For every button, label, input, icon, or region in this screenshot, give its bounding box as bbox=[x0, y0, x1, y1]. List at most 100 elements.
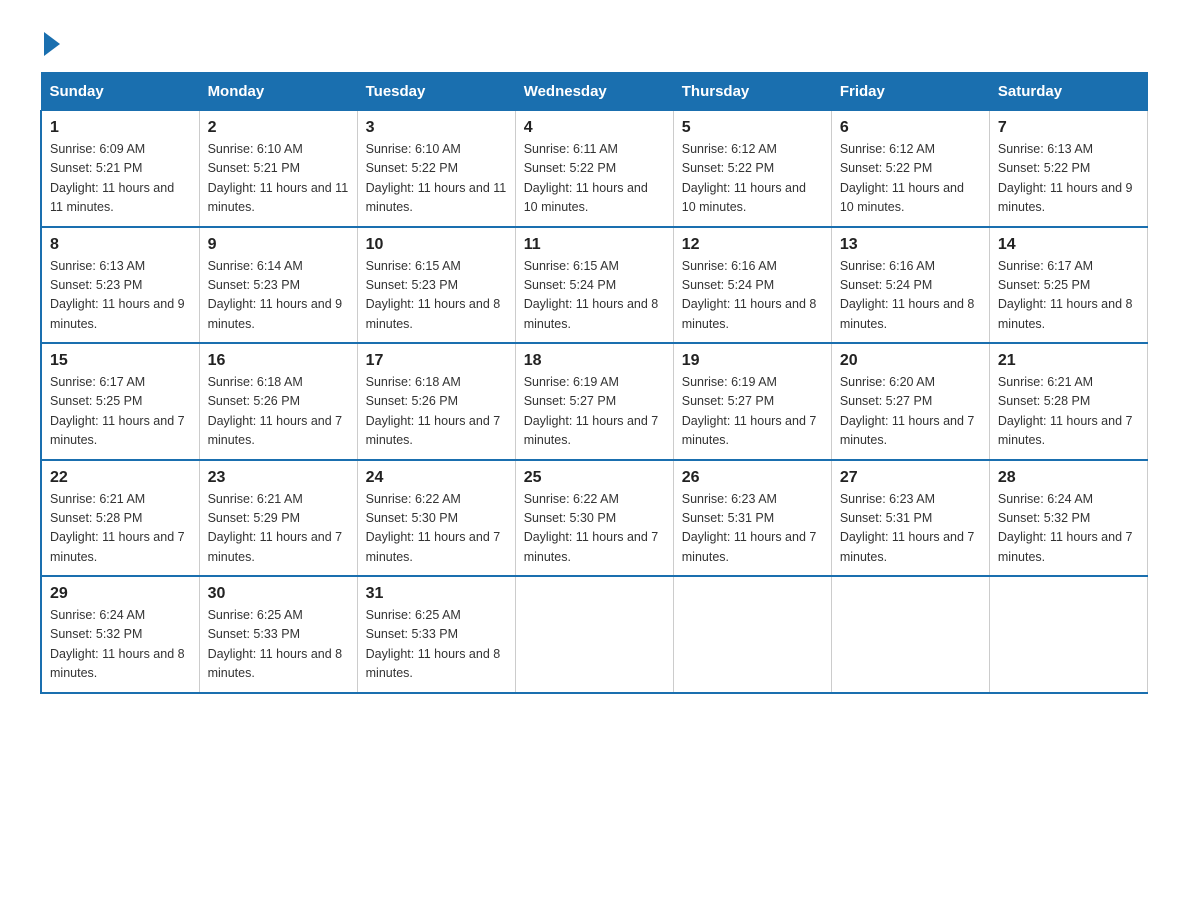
day-number: 5 bbox=[682, 119, 823, 137]
day-number: 25 bbox=[524, 469, 665, 487]
day-number: 3 bbox=[366, 119, 507, 137]
day-info: Sunrise: 6:17 AMSunset: 5:25 PMDaylight:… bbox=[50, 375, 185, 447]
day-number: 19 bbox=[682, 352, 823, 370]
calendar-cell: 12 Sunrise: 6:16 AMSunset: 5:24 PMDaylig… bbox=[673, 227, 831, 344]
calendar-cell: 20 Sunrise: 6:20 AMSunset: 5:27 PMDaylig… bbox=[831, 343, 989, 460]
day-number: 16 bbox=[208, 352, 349, 370]
calendar-cell bbox=[673, 576, 831, 693]
day-number: 28 bbox=[998, 469, 1139, 487]
day-number: 15 bbox=[50, 352, 191, 370]
day-info: Sunrise: 6:13 AMSunset: 5:23 PMDaylight:… bbox=[50, 259, 185, 331]
calendar-cell: 24 Sunrise: 6:22 AMSunset: 5:30 PMDaylig… bbox=[357, 460, 515, 577]
day-number: 26 bbox=[682, 469, 823, 487]
calendar-cell: 15 Sunrise: 6:17 AMSunset: 5:25 PMDaylig… bbox=[41, 343, 199, 460]
day-info: Sunrise: 6:24 AMSunset: 5:32 PMDaylight:… bbox=[50, 608, 185, 680]
calendar-cell: 9 Sunrise: 6:14 AMSunset: 5:23 PMDayligh… bbox=[199, 227, 357, 344]
calendar-cell: 18 Sunrise: 6:19 AMSunset: 5:27 PMDaylig… bbox=[515, 343, 673, 460]
calendar-cell: 8 Sunrise: 6:13 AMSunset: 5:23 PMDayligh… bbox=[41, 227, 199, 344]
calendar-cell: 31 Sunrise: 6:25 AMSunset: 5:33 PMDaylig… bbox=[357, 576, 515, 693]
day-info: Sunrise: 6:11 AMSunset: 5:22 PMDaylight:… bbox=[524, 142, 648, 214]
day-info: Sunrise: 6:13 AMSunset: 5:22 PMDaylight:… bbox=[998, 142, 1133, 214]
calendar-cell bbox=[831, 576, 989, 693]
day-number: 24 bbox=[366, 469, 507, 487]
column-header-thursday: Thursday bbox=[673, 73, 831, 111]
calendar-cell: 1 Sunrise: 6:09 AMSunset: 5:21 PMDayligh… bbox=[41, 111, 199, 227]
day-number: 6 bbox=[840, 119, 981, 137]
day-info: Sunrise: 6:25 AMSunset: 5:33 PMDaylight:… bbox=[208, 608, 343, 680]
column-header-monday: Monday bbox=[199, 73, 357, 111]
day-info: Sunrise: 6:18 AMSunset: 5:26 PMDaylight:… bbox=[208, 375, 343, 447]
page-header bbox=[40, 30, 1148, 52]
calendar-table: SundayMondayTuesdayWednesdayThursdayFrid… bbox=[40, 72, 1148, 694]
column-header-saturday: Saturday bbox=[989, 73, 1147, 111]
day-info: Sunrise: 6:10 AMSunset: 5:22 PMDaylight:… bbox=[366, 142, 507, 214]
calendar-cell: 26 Sunrise: 6:23 AMSunset: 5:31 PMDaylig… bbox=[673, 460, 831, 577]
calendar-cell: 23 Sunrise: 6:21 AMSunset: 5:29 PMDaylig… bbox=[199, 460, 357, 577]
calendar-cell: 7 Sunrise: 6:13 AMSunset: 5:22 PMDayligh… bbox=[989, 111, 1147, 227]
day-number: 22 bbox=[50, 469, 191, 487]
calendar-week-row: 1 Sunrise: 6:09 AMSunset: 5:21 PMDayligh… bbox=[41, 111, 1148, 227]
day-info: Sunrise: 6:15 AMSunset: 5:23 PMDaylight:… bbox=[366, 259, 501, 331]
day-number: 21 bbox=[998, 352, 1139, 370]
day-info: Sunrise: 6:21 AMSunset: 5:29 PMDaylight:… bbox=[208, 492, 343, 564]
calendar-cell bbox=[989, 576, 1147, 693]
day-info: Sunrise: 6:23 AMSunset: 5:31 PMDaylight:… bbox=[682, 492, 817, 564]
calendar-cell: 6 Sunrise: 6:12 AMSunset: 5:22 PMDayligh… bbox=[831, 111, 989, 227]
calendar-cell bbox=[515, 576, 673, 693]
calendar-week-row: 29 Sunrise: 6:24 AMSunset: 5:32 PMDaylig… bbox=[41, 576, 1148, 693]
calendar-cell: 14 Sunrise: 6:17 AMSunset: 5:25 PMDaylig… bbox=[989, 227, 1147, 344]
calendar-cell: 5 Sunrise: 6:12 AMSunset: 5:22 PMDayligh… bbox=[673, 111, 831, 227]
logo bbox=[40, 30, 60, 52]
calendar-cell: 3 Sunrise: 6:10 AMSunset: 5:22 PMDayligh… bbox=[357, 111, 515, 227]
calendar-cell: 28 Sunrise: 6:24 AMSunset: 5:32 PMDaylig… bbox=[989, 460, 1147, 577]
day-info: Sunrise: 6:19 AMSunset: 5:27 PMDaylight:… bbox=[524, 375, 659, 447]
day-info: Sunrise: 6:25 AMSunset: 5:33 PMDaylight:… bbox=[366, 608, 501, 680]
day-info: Sunrise: 6:22 AMSunset: 5:30 PMDaylight:… bbox=[366, 492, 501, 564]
day-number: 31 bbox=[366, 585, 507, 603]
day-number: 23 bbox=[208, 469, 349, 487]
day-info: Sunrise: 6:21 AMSunset: 5:28 PMDaylight:… bbox=[998, 375, 1133, 447]
day-number: 8 bbox=[50, 236, 191, 254]
day-info: Sunrise: 6:16 AMSunset: 5:24 PMDaylight:… bbox=[682, 259, 817, 331]
day-number: 18 bbox=[524, 352, 665, 370]
calendar-cell: 25 Sunrise: 6:22 AMSunset: 5:30 PMDaylig… bbox=[515, 460, 673, 577]
day-number: 9 bbox=[208, 236, 349, 254]
day-number: 11 bbox=[524, 236, 665, 254]
day-number: 2 bbox=[208, 119, 349, 137]
day-info: Sunrise: 6:17 AMSunset: 5:25 PMDaylight:… bbox=[998, 259, 1133, 331]
day-number: 12 bbox=[682, 236, 823, 254]
day-info: Sunrise: 6:22 AMSunset: 5:30 PMDaylight:… bbox=[524, 492, 659, 564]
day-info: Sunrise: 6:21 AMSunset: 5:28 PMDaylight:… bbox=[50, 492, 185, 564]
calendar-cell: 17 Sunrise: 6:18 AMSunset: 5:26 PMDaylig… bbox=[357, 343, 515, 460]
day-number: 14 bbox=[998, 236, 1139, 254]
calendar-week-row: 8 Sunrise: 6:13 AMSunset: 5:23 PMDayligh… bbox=[41, 227, 1148, 344]
day-info: Sunrise: 6:23 AMSunset: 5:31 PMDaylight:… bbox=[840, 492, 975, 564]
calendar-header-row: SundayMondayTuesdayWednesdayThursdayFrid… bbox=[41, 73, 1148, 111]
calendar-cell: 22 Sunrise: 6:21 AMSunset: 5:28 PMDaylig… bbox=[41, 460, 199, 577]
calendar-cell: 4 Sunrise: 6:11 AMSunset: 5:22 PMDayligh… bbox=[515, 111, 673, 227]
day-info: Sunrise: 6:18 AMSunset: 5:26 PMDaylight:… bbox=[366, 375, 501, 447]
day-number: 13 bbox=[840, 236, 981, 254]
calendar-cell: 29 Sunrise: 6:24 AMSunset: 5:32 PMDaylig… bbox=[41, 576, 199, 693]
column-header-wednesday: Wednesday bbox=[515, 73, 673, 111]
day-number: 20 bbox=[840, 352, 981, 370]
day-number: 1 bbox=[50, 119, 191, 137]
day-info: Sunrise: 6:16 AMSunset: 5:24 PMDaylight:… bbox=[840, 259, 975, 331]
day-info: Sunrise: 6:14 AMSunset: 5:23 PMDaylight:… bbox=[208, 259, 343, 331]
logo-arrow-icon bbox=[44, 32, 60, 56]
calendar-cell: 13 Sunrise: 6:16 AMSunset: 5:24 PMDaylig… bbox=[831, 227, 989, 344]
column-header-tuesday: Tuesday bbox=[357, 73, 515, 111]
calendar-cell: 19 Sunrise: 6:19 AMSunset: 5:27 PMDaylig… bbox=[673, 343, 831, 460]
calendar-cell: 11 Sunrise: 6:15 AMSunset: 5:24 PMDaylig… bbox=[515, 227, 673, 344]
day-info: Sunrise: 6:19 AMSunset: 5:27 PMDaylight:… bbox=[682, 375, 817, 447]
day-number: 10 bbox=[366, 236, 507, 254]
column-header-sunday: Sunday bbox=[41, 73, 199, 111]
day-info: Sunrise: 6:10 AMSunset: 5:21 PMDaylight:… bbox=[208, 142, 349, 214]
day-info: Sunrise: 6:09 AMSunset: 5:21 PMDaylight:… bbox=[50, 142, 174, 214]
day-info: Sunrise: 6:12 AMSunset: 5:22 PMDaylight:… bbox=[682, 142, 806, 214]
calendar-cell: 16 Sunrise: 6:18 AMSunset: 5:26 PMDaylig… bbox=[199, 343, 357, 460]
day-number: 27 bbox=[840, 469, 981, 487]
day-number: 29 bbox=[50, 585, 191, 603]
column-header-friday: Friday bbox=[831, 73, 989, 111]
day-number: 17 bbox=[366, 352, 507, 370]
